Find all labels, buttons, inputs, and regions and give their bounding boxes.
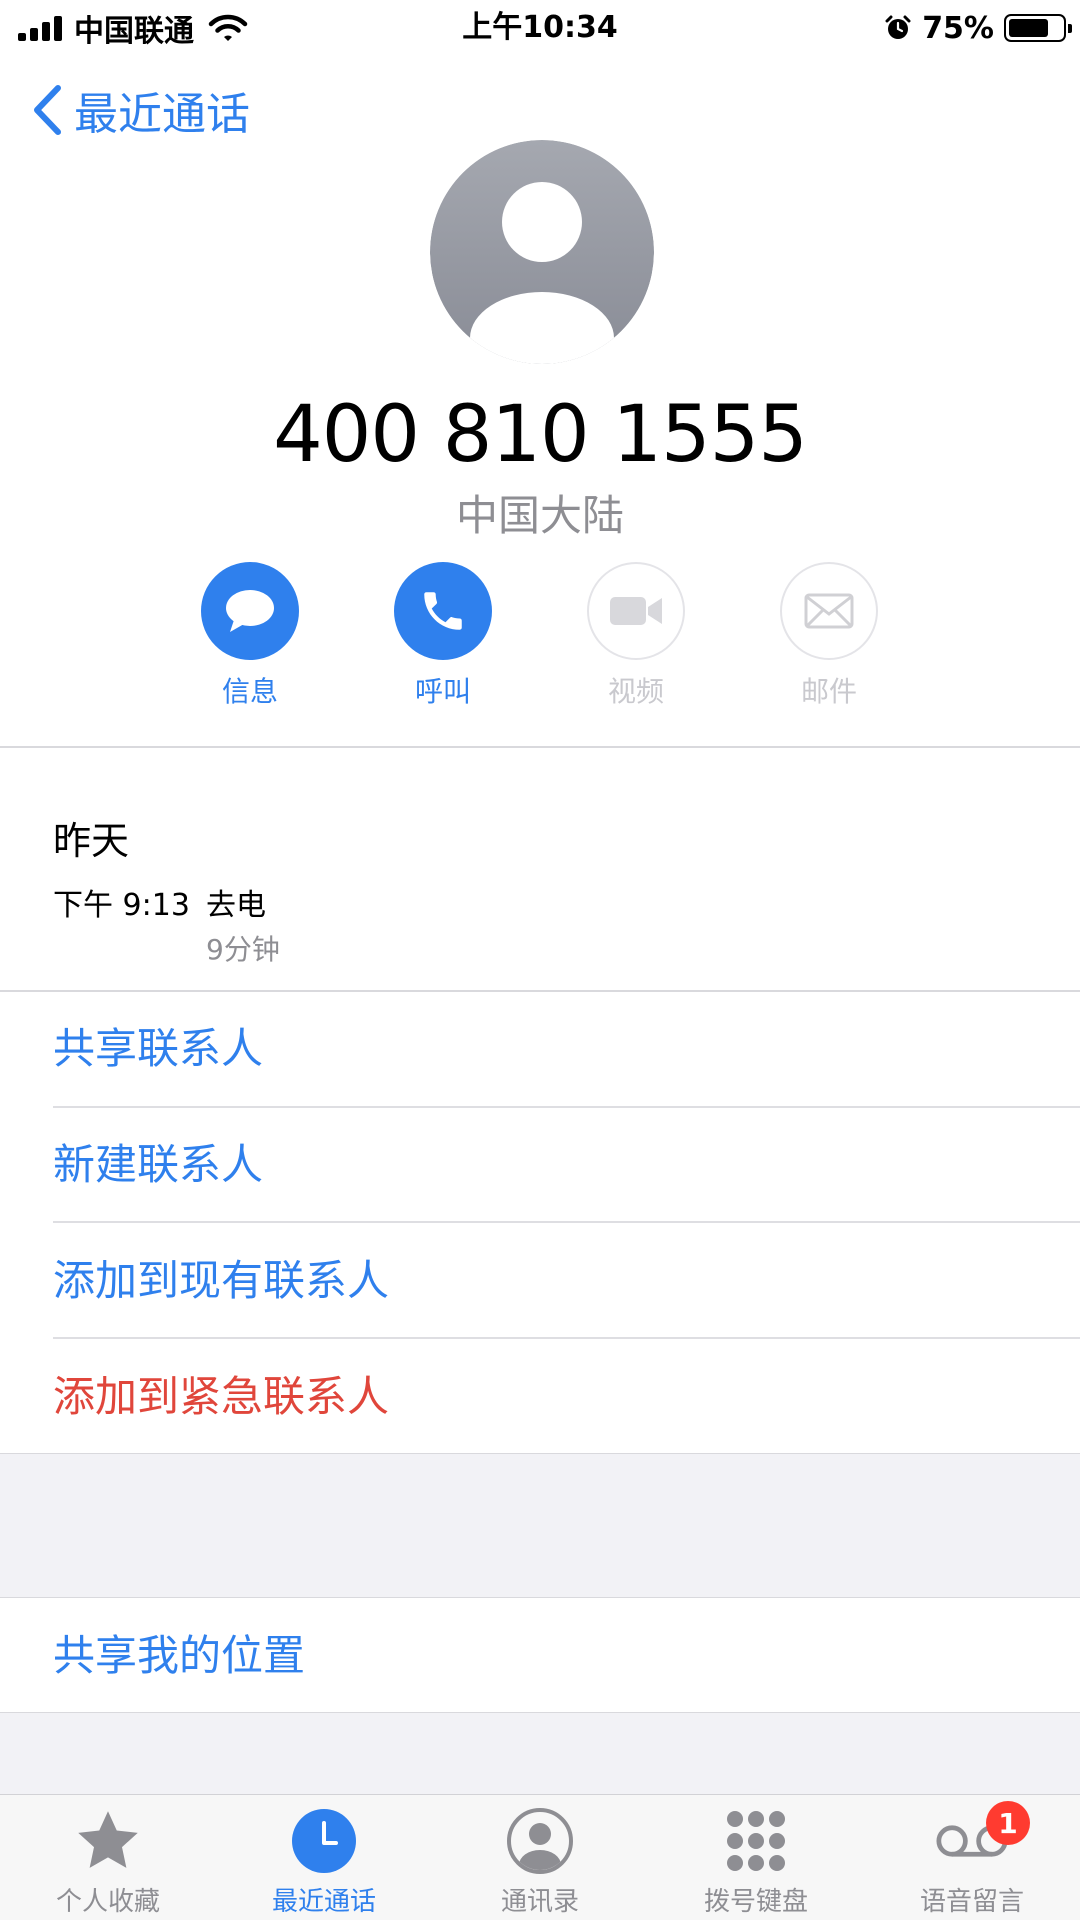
tab-label: 最近通话 [271,1887,376,1917]
mail-action-button[interactable]: 邮件 [754,562,904,710]
call-log-divider [0,990,1080,992]
tab-contacts[interactable]: 通讯录 [460,1805,620,1918]
call-log-date: 昨天 [53,819,130,863]
call-action-button[interactable]: 呼叫 [368,562,518,710]
bottom-spacer [0,1712,1080,1794]
back-button[interactable]: 最近通话 [30,82,250,140]
row-divider [53,1221,1080,1223]
add-to-emergency-contact-button[interactable]: 添加到紧急联系人 [53,1369,389,1425]
share-contact-button[interactable]: 共享联系人 [53,1021,263,1077]
message-icon [226,590,274,632]
header-divider [0,746,1080,748]
alarm-icon [885,15,911,39]
contact-actions: 信息 呼叫 视频 邮件 [0,562,1080,712]
share-my-location-button[interactable]: 共享我的位置 [53,1628,305,1684]
battery-percentage: 75% [922,10,994,46]
clock-icon [292,1809,356,1873]
back-button-label: 最近通话 [74,89,250,140]
contacts-icon [507,1808,573,1874]
mail-action-label: 邮件 [800,675,857,708]
tab-label: 拨号键盘 [703,1887,808,1917]
message-action-button[interactable]: 信息 [175,562,325,710]
section-spacer [0,1453,1080,1598]
video-icon [610,597,662,625]
tab-bar: 个人收藏 最近通话 通讯录 拨号键盘 语音留言 1 [0,1794,1080,1920]
new-contact-button[interactable]: 新建联系人 [53,1137,263,1193]
call-action-label: 呼叫 [414,675,471,708]
message-action-label: 信息 [221,675,278,708]
contact-avatar [430,140,654,364]
recent-call-detail-screen: 中国联通 上午10:34 75% 最近通话 400 810 1555 中国大陆 … [0,0,1080,1920]
mail-icon [804,593,854,629]
add-to-existing-contact-button[interactable]: 添加到现有联系人 [53,1253,389,1309]
person-placeholder-icon [430,140,654,364]
battery-level-fill [1009,19,1048,37]
tab-label: 语音留言 [919,1887,1024,1917]
tab-recents[interactable]: 最近通话 [244,1805,404,1918]
call-log-time: 下午 9:13 [53,888,190,923]
keypad-icon [727,1811,785,1871]
battery-icon [1004,14,1072,42]
chevron-left-icon [34,85,61,135]
call-log-type: 去电 [206,888,266,923]
tab-label: 个人收藏 [55,1887,160,1917]
tab-keypad[interactable]: 拨号键盘 [676,1805,836,1918]
status-right: 75% [884,8,1072,48]
voicemail-badge: 1 [986,1801,1030,1845]
call-log-duration: 9分钟 [206,933,280,966]
tab-label: 通讯录 [500,1887,579,1917]
status-bar: 中国联通 上午10:34 75% [0,0,1080,56]
phone-number: 400 810 1555 [273,390,808,480]
video-action-label: 视频 [607,675,664,708]
number-location: 中国大陆 [455,491,624,540]
star-icon [78,1811,138,1868]
tab-favorites[interactable]: 个人收藏 [28,1805,188,1918]
video-action-button[interactable]: 视频 [561,562,711,710]
phone-icon [424,592,462,630]
row-divider [53,1337,1080,1339]
tab-voicemail[interactable]: 语音留言 1 [892,1801,1052,1918]
row-divider [53,1106,1080,1108]
